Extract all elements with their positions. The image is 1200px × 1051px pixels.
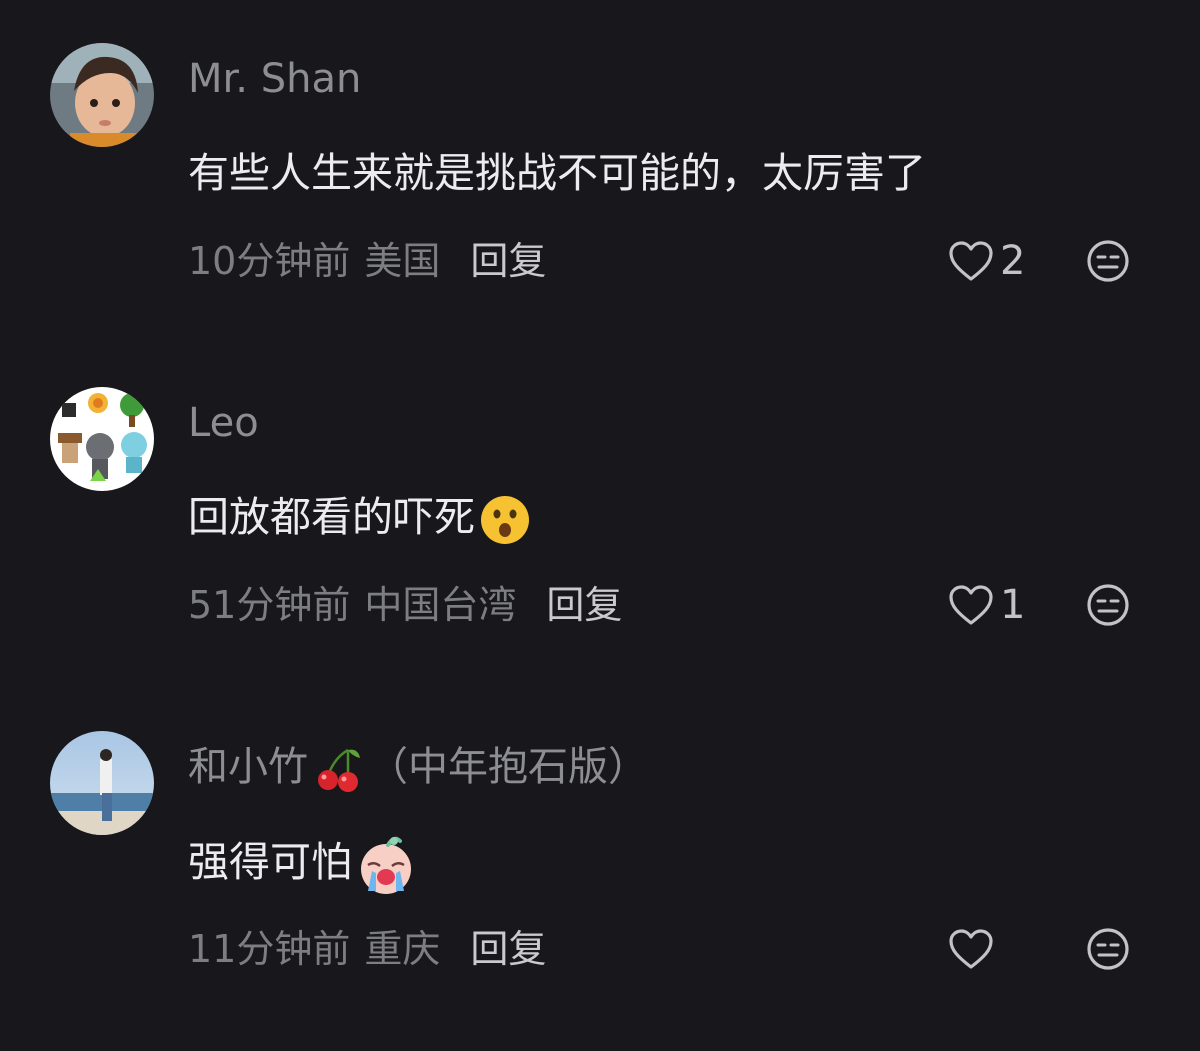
comment-meta: 10分钟前 美国 回复 xyxy=(188,236,546,286)
timestamp: 11分钟前 xyxy=(188,927,351,971)
location: 美国 xyxy=(364,239,441,283)
comment-meta: 51分钟前 中国台湾 回复 xyxy=(188,580,622,630)
like-button[interactable]: 1 xyxy=(948,581,1025,629)
avatar[interactable] xyxy=(50,387,154,491)
reply-button[interactable]: 回复 xyxy=(546,583,622,627)
comment-text: 强得可怕 xyxy=(188,833,418,894)
username-text: Leo xyxy=(188,400,259,446)
neutral-face-icon xyxy=(1087,584,1129,626)
reply-button[interactable]: 回复 xyxy=(470,239,546,283)
heart-outline-icon xyxy=(949,929,993,969)
like-count: 1 xyxy=(1000,582,1026,628)
comment-item: Leo 回放都看的吓死 51分钟前 中国台湾 回复 1 xyxy=(0,387,1200,707)
comment-text-content: 强得可怕 xyxy=(188,838,352,886)
comment-item: Mr. Shan 有些人生来就是挑战不可能的，太厉害了 10分钟前 美国 回复 2 xyxy=(0,43,1200,363)
avatar[interactable] xyxy=(50,731,154,835)
like-count: 2 xyxy=(1000,238,1026,284)
comment-meta: 11分钟前 重庆 回复 xyxy=(188,924,546,974)
dislike-button[interactable] xyxy=(1086,583,1130,627)
heart-outline-icon xyxy=(949,241,993,281)
neutral-face-icon xyxy=(1087,928,1129,970)
username[interactable]: 和小竹 （中年抱石版） xyxy=(188,742,648,792)
location: 中国台湾 xyxy=(364,583,517,627)
username-text: Mr. Shan xyxy=(188,56,362,102)
cherries-emoji xyxy=(308,744,368,794)
location: 重庆 xyxy=(364,927,441,971)
comment-text: 回放都看的吓死 xyxy=(188,489,531,545)
crying-baby-emoji xyxy=(352,833,418,897)
like-button[interactable] xyxy=(948,925,1000,973)
avatar[interactable] xyxy=(50,43,154,147)
comment-item: 和小竹 （中年抱石版） 强得可怕 11分钟前 重庆 回复 xyxy=(0,731,1200,1051)
timestamp: 51分钟前 xyxy=(188,583,351,627)
username-suffix: （中年抱石版） xyxy=(368,744,648,790)
comment-text: 有些人生来就是挑战不可能的，太厉害了 xyxy=(188,149,926,197)
dislike-button[interactable] xyxy=(1086,927,1130,971)
timestamp: 10分钟前 xyxy=(188,239,351,283)
username[interactable]: Mr. Shan xyxy=(188,54,361,104)
like-button[interactable]: 2 xyxy=(948,237,1025,285)
neutral-face-icon xyxy=(1087,240,1129,282)
reply-button[interactable]: 回复 xyxy=(470,927,546,971)
username[interactable]: Leo xyxy=(188,398,259,448)
astonished-face-emoji xyxy=(475,494,531,546)
dislike-button[interactable] xyxy=(1086,239,1130,283)
heart-outline-icon xyxy=(949,585,993,625)
comment-text-content: 回放都看的吓死 xyxy=(188,493,475,541)
username-text: 和小竹 xyxy=(188,744,308,790)
